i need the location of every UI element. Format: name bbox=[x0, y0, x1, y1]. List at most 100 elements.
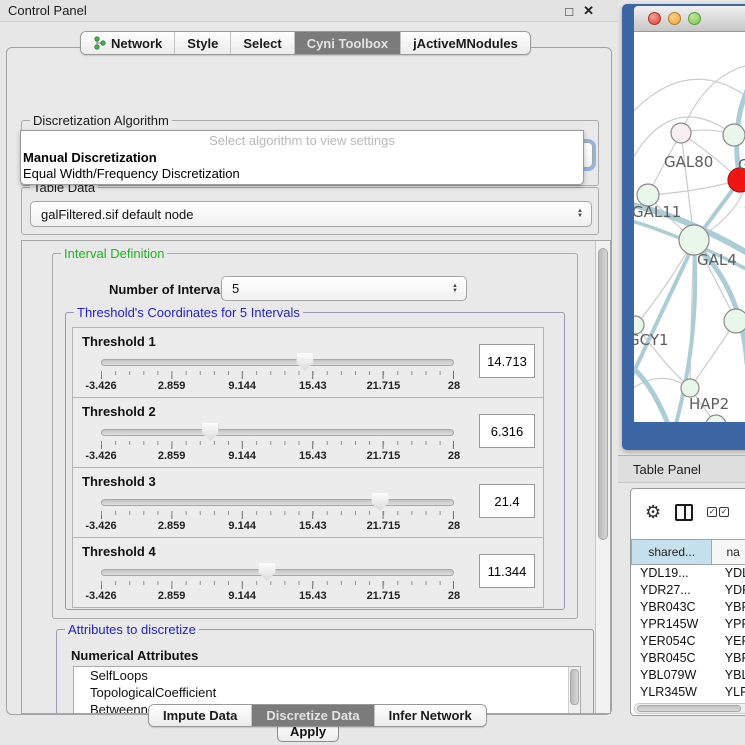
threshold-label: Threshold 1 bbox=[82, 334, 156, 349]
table-row[interactable]: YBR043CYBR0 bbox=[631, 599, 745, 616]
checkbox-icon: ✓ bbox=[707, 507, 717, 517]
threshold-3-slider: -3.4262.8599.14415.4321.71528 bbox=[101, 496, 454, 534]
table-row[interactable]: YPR145WYPR1 bbox=[631, 616, 745, 633]
threshold-4-slider: -3.4262.8599.14415.4321.71528 bbox=[101, 566, 454, 604]
thresholds-group: Threshold's Coordinates for 5 Intervals … bbox=[65, 312, 565, 610]
threshold-1-slider: -3.4262.8599.14415.4321.71528 bbox=[101, 356, 454, 394]
column-header-name[interactable]: na bbox=[712, 539, 745, 565]
tick-label: 9.144 bbox=[228, 380, 256, 392]
threshold-2-value-field[interactable]: 6.316 bbox=[479, 414, 535, 448]
slider-track[interactable] bbox=[101, 499, 454, 506]
node-label: GAL4 bbox=[697, 251, 737, 269]
tab-network[interactable]: Network bbox=[81, 32, 175, 54]
threshold-label: Threshold 4 bbox=[82, 544, 156, 559]
tick-label: 21.715 bbox=[367, 380, 401, 392]
group-title: Threshold's Coordinates for 5 Intervals bbox=[74, 305, 303, 320]
tab-impute-data[interactable]: Impute Data bbox=[149, 705, 252, 726]
cyni-toolbox-panel: Discretization Algorithm ▲▼ Select algor… bbox=[6, 47, 612, 715]
combobox-value: 5 bbox=[232, 281, 239, 296]
tick-label: 15.43 bbox=[299, 450, 327, 462]
tick-label: 2.859 bbox=[158, 590, 186, 602]
tab-cyni-toolbox[interactable]: Cyni Toolbox bbox=[295, 32, 401, 54]
node-label: GAL11 bbox=[634, 203, 681, 221]
control-panel-titlebar: Control Panel □ ✕ bbox=[0, 0, 618, 22]
table-data-group: Table Data galFiltered.sif default node … bbox=[21, 187, 599, 235]
slider-track[interactable] bbox=[101, 359, 454, 366]
slider-thumb[interactable] bbox=[296, 353, 313, 371]
slider-track[interactable] bbox=[101, 569, 454, 576]
column-header-shared-name[interactable]: shared... bbox=[631, 539, 712, 565]
tick-label: 21.715 bbox=[367, 450, 401, 462]
slider-thumb[interactable] bbox=[371, 493, 388, 511]
list-scrollbar bbox=[568, 667, 580, 713]
algorithm-dropdown-popup: Select algorithm to view settings Manual… bbox=[20, 130, 584, 185]
scrollbar-thumb[interactable] bbox=[637, 705, 741, 712]
scrollbar-thumb[interactable] bbox=[598, 248, 608, 540]
network-icon bbox=[93, 36, 106, 50]
network-canvas[interactable]: GAL80 GAL GAL11 C GAL4 GCY1 H HAP2 bbox=[634, 32, 745, 422]
numerical-attributes-label: Numerical Attributes bbox=[71, 648, 198, 663]
table-data-combobox[interactable]: galFiltered.sif default node ▲▼ bbox=[30, 201, 592, 227]
panel-title: Control Panel bbox=[0, 3, 87, 18]
gear-icon[interactable]: ⚙ bbox=[645, 503, 661, 521]
float-window-icon[interactable]: □ bbox=[565, 4, 573, 19]
tick-label: -3.426 bbox=[85, 380, 116, 392]
tick-label: 15.43 bbox=[299, 520, 327, 532]
threshold-1-box: Threshold 1 -3.4262.8599.14415.4321.7152… bbox=[72, 327, 544, 398]
slider-ticks bbox=[101, 581, 454, 589]
list-item[interactable]: TopologicalCoefficient bbox=[74, 684, 580, 701]
threshold-1-value-field[interactable]: 14.713 bbox=[479, 344, 535, 378]
tick-label: -3.426 bbox=[85, 590, 116, 602]
node-bottom-partial[interactable] bbox=[706, 415, 726, 422]
bottom-tab-bar: Impute Data Discretize Data Infer Networ… bbox=[148, 704, 487, 727]
tick-label: 28 bbox=[448, 380, 460, 392]
tick-label: 28 bbox=[448, 590, 460, 602]
slider-thumb[interactable] bbox=[202, 423, 219, 441]
attributes-group: Attributes to discretize Numerical Attri… bbox=[56, 629, 594, 714]
minimize-traffic-light-icon[interactable] bbox=[668, 12, 681, 25]
combobox-value: galFiltered.sif default node bbox=[41, 207, 193, 222]
tab-label: Network bbox=[111, 36, 162, 51]
table-row[interactable]: YBL079WYBL0 bbox=[631, 667, 745, 684]
slider-thumb[interactable] bbox=[258, 563, 275, 581]
number-of-intervals-combobox[interactable]: 5 ▲▼ bbox=[221, 276, 467, 301]
threshold-4-value-field[interactable]: 11.344 bbox=[479, 554, 535, 588]
node-label: HAP2 bbox=[689, 395, 729, 413]
tab-infer-network[interactable]: Infer Network bbox=[375, 705, 486, 726]
tick-label: 9.144 bbox=[228, 450, 256, 462]
network-view-window: GAL80 GAL GAL11 C GAL4 GCY1 H HAP2 bbox=[622, 4, 745, 450]
close-traffic-light-icon[interactable] bbox=[648, 12, 661, 25]
columns-icon[interactable] bbox=[675, 504, 693, 521]
table-header-row: shared... na bbox=[631, 539, 745, 565]
node-label: GAL bbox=[738, 156, 745, 174]
popup-option-equal-width[interactable]: Equal Width/Frequency Discretization bbox=[21, 166, 583, 182]
spinner-arrows-icon: ▲▼ bbox=[577, 209, 583, 219]
slider-track[interactable] bbox=[101, 429, 454, 436]
popup-option-manual[interactable]: Manual Discretization bbox=[21, 150, 583, 166]
close-icon[interactable]: ✕ bbox=[583, 3, 594, 19]
zoom-traffic-light-icon[interactable] bbox=[688, 12, 701, 25]
select-columns-icons[interactable]: ✓ ✓ bbox=[707, 507, 729, 517]
slider-ticks bbox=[101, 511, 454, 519]
slider-ticks bbox=[101, 441, 454, 449]
slider-tick-labels: -3.4262.8599.14415.4321.71528 bbox=[101, 520, 454, 532]
table-toolbar: ⚙ ✓ ✓ bbox=[631, 489, 745, 535]
tab-jactivemnodules[interactable]: jActiveMNodules bbox=[401, 32, 530, 54]
tab-select[interactable]: Select bbox=[231, 32, 294, 54]
table-row[interactable]: YDL19...YDL1 bbox=[631, 565, 745, 582]
node-h-partial[interactable] bbox=[724, 309, 745, 333]
table-row[interactable]: YBR045CYBR0 bbox=[631, 650, 745, 667]
tab-style[interactable]: Style bbox=[175, 32, 231, 54]
tab-discretize-data[interactable]: Discretize Data bbox=[252, 705, 374, 726]
node-gal-partial[interactable] bbox=[723, 124, 745, 146]
tick-label: 9.144 bbox=[228, 520, 256, 532]
threshold-3-value-field[interactable]: 21.4 bbox=[479, 484, 535, 518]
table-row[interactable]: YER054CYER0 bbox=[631, 633, 745, 650]
node-gal80[interactable] bbox=[671, 123, 691, 143]
network-window-titlebar[interactable] bbox=[634, 6, 745, 32]
scrollbar-thumb[interactable] bbox=[570, 669, 579, 705]
settings-scrollpane: Interval Definition Number of Intervals … bbox=[21, 240, 611, 714]
table-row[interactable]: YDR27...YDR2 bbox=[631, 582, 745, 599]
list-item[interactable]: SelfLoops bbox=[74, 667, 580, 684]
table-row[interactable]: YLR345WYLR3 bbox=[631, 684, 745, 701]
